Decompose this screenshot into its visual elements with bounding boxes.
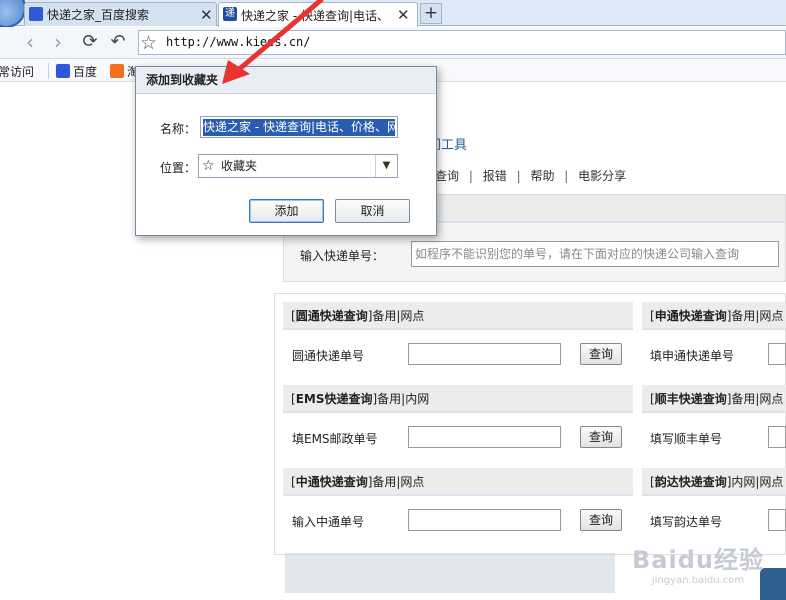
arrow-shaft bbox=[233, 0, 324, 75]
annotation-arrow bbox=[222, 0, 324, 84]
